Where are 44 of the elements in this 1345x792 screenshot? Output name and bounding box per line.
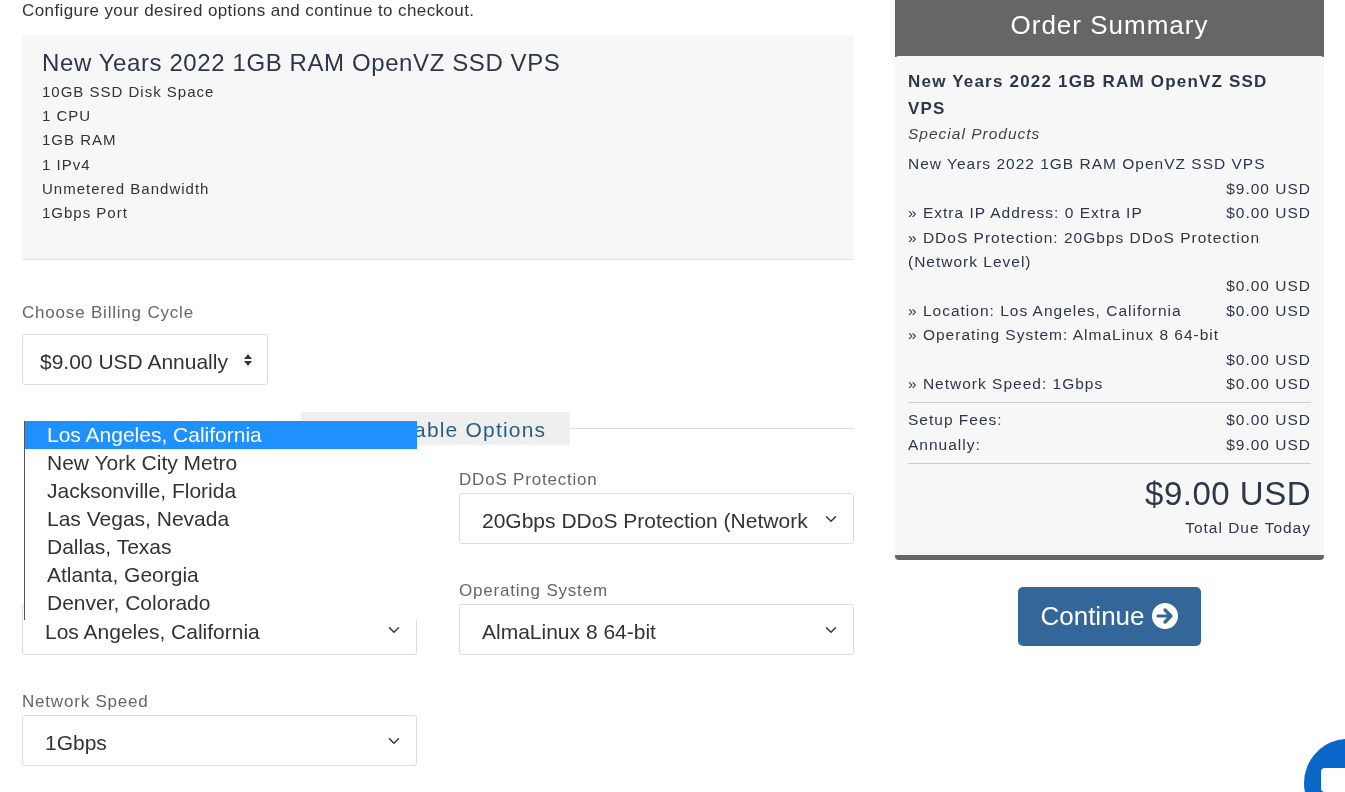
product-feature: Unmetered Bandwidth [42, 178, 211, 199]
total-caption: Total Due Today [1184, 518, 1311, 539]
line-item-price: $9.00 USD [1225, 178, 1311, 199]
line-item-price: $0.00 USD [1225, 203, 1311, 224]
line-item-text: » Location: Los Angeles, California [908, 300, 1182, 321]
line-item-text: » DDoS Protection: 20Gbps DDoS Protection (Network Level) [908, 227, 1261, 273]
option-select[interactable]: 20Gbps DDoS Protection (Network [459, 493, 854, 544]
field-label: Network Speed [22, 691, 150, 713]
product-feature: 10GB SSD Disk Space [42, 82, 216, 102]
line-item-price: $0.00 USD [1225, 276, 1311, 297]
dropdown-option[interactable]: Las Vegas, Nevada [25, 505, 417, 533]
total-label: Setup Fees: [908, 410, 1003, 431]
billing-cycle-select[interactable]: $9.00 USD Annually [22, 334, 268, 385]
product-feature: 1Gbps Port [42, 203, 129, 223]
field-label: Operating System [459, 580, 609, 602]
field-label: DDoS Protection [459, 469, 599, 491]
total-label: Annually: [908, 434, 981, 455]
summary-header: Order Summary [895, 0, 1324, 57]
line-item-price: $0.00 USD [1225, 374, 1311, 395]
dropdown-option[interactable]: New York City Metro [25, 449, 417, 477]
intro-text: Configure your desired options and continue to checkout. [22, 0, 476, 22]
product-group: Special Products [908, 122, 1311, 147]
total-value: $9.00 USD [1226, 434, 1311, 455]
product-feature: 1GB RAM [42, 130, 118, 151]
dropdown-option[interactable]: Dallas, Texas [25, 533, 417, 561]
dropdown-option[interactable]: Jacksonville, Florida [25, 477, 417, 505]
total-amount: $9.00 USD [1144, 474, 1311, 515]
arrow-circle-icon [1150, 602, 1179, 631]
dropdown-option[interactable]: Atlanta, Georgia [25, 561, 417, 589]
line-item-price: $0.00 USD [1225, 300, 1311, 321]
option-select[interactable]: AlmaLinux 8 64-bit [459, 604, 854, 655]
continue-button[interactable]: Continue [1018, 586, 1201, 646]
line-item-price: $0.00 USD [1225, 349, 1311, 370]
product-name: New Years 2022 1GB RAM OpenVZ SSD VPS [908, 71, 1269, 120]
total-value: $0.00 USD [1226, 410, 1311, 431]
line-item-text: New Years 2022 1GB RAM OpenVZ SSD VPS [908, 154, 1266, 175]
option-select[interactable]: 1Gbps [22, 715, 417, 766]
line-item-text: » Network Speed: 1Gbps [908, 374, 1104, 395]
field-label: Choose Billing Cycle [22, 302, 195, 324]
line-item-text: » Extra IP Address: 0 Extra IP [908, 203, 1143, 224]
product-feature: 1 IPv4 [42, 154, 92, 175]
product-title: New Years 2022 1GB RAM OpenVZ SSD VPS [42, 48, 562, 78]
line-item-text: » Operating System: AlmaLinux 8 64-bit [908, 325, 1220, 346]
product-feature: 1 CPU [42, 106, 93, 127]
